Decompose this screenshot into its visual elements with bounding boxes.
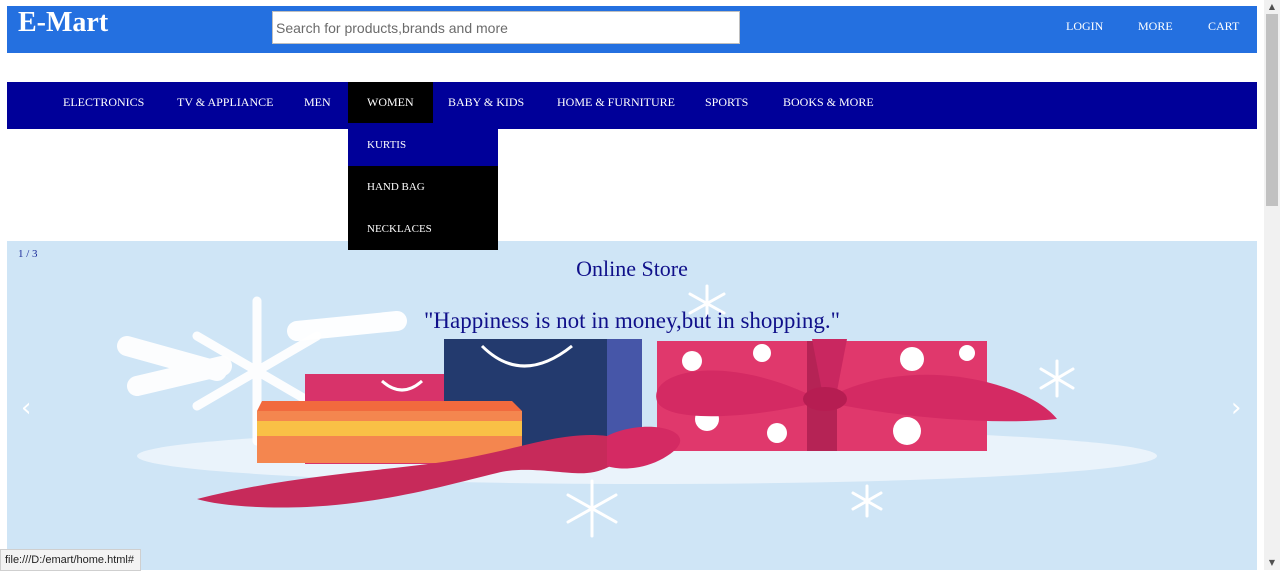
- nav-men[interactable]: MEN: [304, 82, 331, 123]
- nav-home-furniture[interactable]: HOME & FURNITURE: [557, 82, 675, 123]
- top-header: E-Mart LOGIN MORE CART: [7, 6, 1257, 53]
- login-link[interactable]: LOGIN: [1066, 6, 1103, 46]
- nav-tv-appliance[interactable]: TV & APPLIANCE: [177, 82, 273, 123]
- more-link[interactable]: MORE: [1138, 6, 1173, 46]
- shopping-gifts-illustration: [117, 284, 1157, 538]
- hero-slideshow: 1 / 3 Online Store "Happiness is not in …: [7, 241, 1257, 570]
- women-dropdown-menu: KURTIS HAND BAG NECKLACES: [348, 124, 498, 250]
- site-logo[interactable]: E-Mart: [18, 6, 108, 42]
- category-nav: ELECTRONICS TV & APPLIANCE MEN WOMEN BAB…: [7, 82, 1257, 129]
- dropdown-item-hand-bag[interactable]: HAND BAG: [348, 166, 498, 208]
- vertical-scrollbar[interactable]: ▲ ▼: [1264, 0, 1280, 570]
- status-url-bar: file:///D:/emart/home.html#: [0, 549, 141, 571]
- nav-baby-kids[interactable]: BABY & KIDS: [448, 82, 524, 123]
- nav-sports[interactable]: SPORTS: [705, 82, 748, 123]
- nav-books-more[interactable]: BOOKS & MORE: [783, 82, 874, 123]
- scroll-up-arrow-icon[interactable]: ▲: [1264, 0, 1280, 14]
- prev-slide-button[interactable]: ‹: [21, 393, 31, 423]
- slide-quote: "Happiness is not in money,but in shoppi…: [424, 308, 840, 333]
- cart-link[interactable]: CART: [1208, 6, 1239, 46]
- next-slide-button[interactable]: ›: [1231, 393, 1241, 423]
- dropdown-item-kurtis[interactable]: KURTIS: [348, 124, 498, 166]
- nav-women[interactable]: WOMEN: [348, 82, 433, 123]
- search-input[interactable]: [272, 11, 740, 44]
- nav-electronics[interactable]: ELECTRONICS: [63, 82, 144, 123]
- scroll-thumb[interactable]: [1266, 14, 1278, 206]
- scroll-down-arrow-icon[interactable]: ▼: [1264, 556, 1280, 570]
